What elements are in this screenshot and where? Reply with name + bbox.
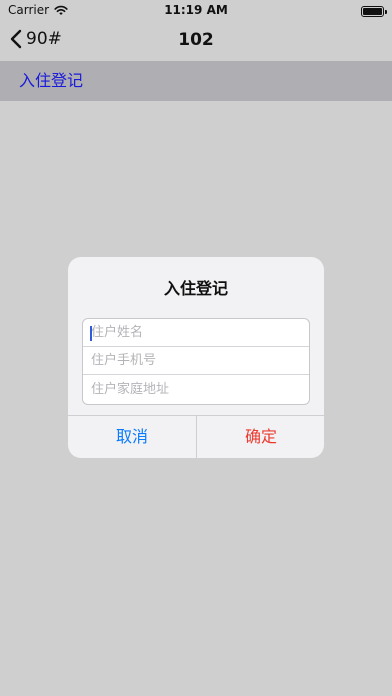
status-time: 11:19 AM — [164, 3, 228, 17]
resident-phone-input[interactable] — [83, 347, 309, 374]
dialog-fields — [82, 318, 310, 405]
phone-field-row — [83, 347, 309, 375]
checkin-dialog: 入住登记 取消 确定 — [68, 257, 324, 458]
section-header[interactable]: 入住登记 — [0, 61, 392, 101]
resident-name-input[interactable] — [83, 319, 309, 346]
text-caret — [90, 326, 92, 341]
confirm-button[interactable]: 确定 — [197, 416, 324, 458]
battery-icon — [361, 6, 387, 17]
name-field-row — [83, 319, 309, 347]
address-field-row — [83, 375, 309, 403]
resident-address-input[interactable] — [83, 375, 309, 403]
cancel-button[interactable]: 取消 — [68, 416, 196, 458]
page-title: 102 — [178, 30, 214, 50]
status-bar: Carrier 11:19 AM — [0, 0, 392, 22]
battery-fill — [363, 8, 382, 15]
navigation-bar: 90# 102 — [0, 22, 392, 60]
dialog-title: 入住登记 — [163, 279, 228, 298]
